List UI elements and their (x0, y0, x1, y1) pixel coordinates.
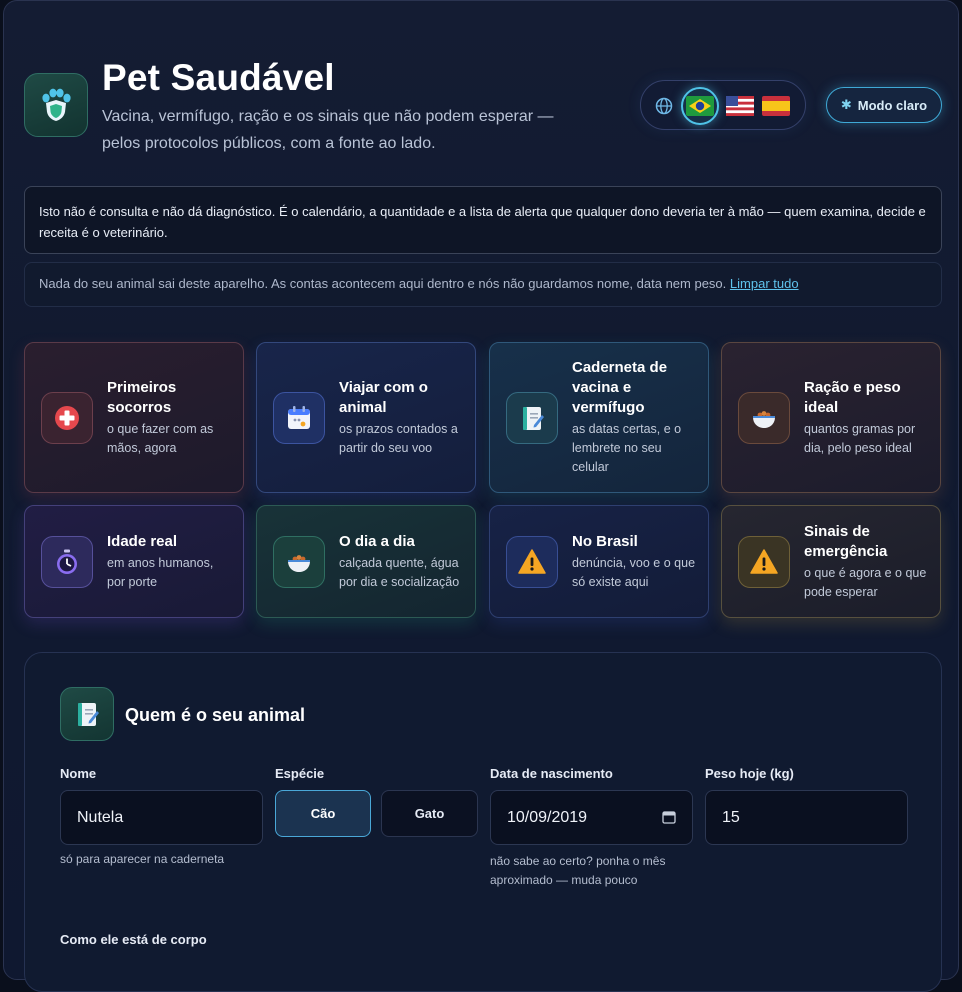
disclaimer-notice: Isto não é consulta e não dá diagnóstico… (24, 186, 942, 254)
theme-toggle-button[interactable]: ✱ Modo claro (826, 87, 942, 123)
card-title: Viajar com o animal (339, 378, 428, 416)
privacy-text: Nada do seu animal sai deste aparelho. A… (39, 276, 727, 291)
card-title: Sinais de emergência (804, 522, 888, 560)
card-first-aid[interactable]: Primeiros socorros o que fazer com as mã… (24, 342, 244, 493)
weight-input[interactable]: 15 (705, 790, 908, 845)
card-title: Idade real (107, 532, 178, 550)
app-title: Pet Saudável (102, 57, 335, 98)
card-desc: em anos humanos, por porte (107, 555, 214, 589)
flag-brazil-icon[interactable] (681, 87, 719, 125)
paw-shield-icon (24, 73, 88, 137)
first-aid-icon (41, 391, 93, 444)
stopwatch-icon (41, 535, 93, 588)
birth-date-label: Data de nascimento (490, 766, 613, 781)
card-food-weight[interactable]: Ração e peso ideal quantos gramas por di… (721, 342, 941, 493)
card-brazil[interactable]: No Brasil denúncia, voo e o que só exist… (489, 505, 709, 618)
card-emergency-signs[interactable]: Sinais de emergência o que é agora e o q… (721, 505, 941, 618)
card-desc: as datas certas, e o lembrete no seu cel… (572, 422, 682, 474)
species-dog-button[interactable]: Cão (275, 790, 371, 837)
birth-date-hint: não sabe ao certo? ponha o mês aproximad… (490, 854, 666, 887)
body-condition-label: Como ele está de corpo (60, 932, 207, 947)
card-desc: denúncia, voo e o que só existe aqui (572, 555, 696, 589)
warning-icon (738, 535, 790, 588)
card-title: O dia a dia (339, 532, 415, 550)
card-travel[interactable]: Viajar com o animal os prazos contados a… (256, 342, 476, 493)
notebook-icon (60, 687, 114, 741)
snowflake-icon: ✱ (840, 97, 852, 112)
flag-spain-icon[interactable] (761, 93, 791, 119)
card-desc: o que fazer com as mãos, agora (107, 421, 214, 455)
calendar-icon[interactable] (662, 810, 676, 824)
name-input[interactable]: Nutela (60, 790, 263, 845)
pet-profile-panel: Quem é o seu animal Nome Nutela só para … (24, 652, 942, 992)
birth-date-value: 10/09/2019 (507, 808, 588, 826)
species-cat-button[interactable]: Gato (381, 790, 478, 837)
clear-all-link[interactable]: Limpar tudo (730, 276, 799, 291)
card-title: Caderneta de vacina e vermífugo (572, 359, 668, 416)
language-switcher (640, 80, 806, 130)
card-title: No Brasil (572, 532, 638, 550)
name-label: Nome (60, 766, 97, 781)
flag-usa-icon[interactable] (725, 93, 755, 119)
food-bowl-icon (273, 535, 325, 588)
app-window: Pet Saudável Vacina, vermífugo, ração e … (3, 0, 959, 992)
name-hint: só para aparecer na caderneta (60, 852, 225, 866)
birth-date-input[interactable]: 10/09/2019 (490, 790, 693, 845)
card-title: Ração e peso ideal (804, 378, 901, 416)
app-subtitle: Vacina, vermífugo, ração e os sinais que… (102, 108, 554, 152)
theme-toggle-label: Modo claro (857, 97, 928, 113)
panel-title: Quem é o seu animal (125, 705, 306, 725)
card-desc: calçada quente, água por dia e socializa… (339, 555, 460, 589)
card-desc: os prazos contados a partir do seu voo (339, 421, 458, 455)
card-vaccine-book[interactable]: Caderneta de vacina e vermífugo as datas… (489, 342, 709, 493)
privacy-notice: Nada do seu animal sai deste aparelho. A… (24, 262, 942, 307)
species-label: Espécie (275, 766, 325, 781)
weight-label: Peso hoje (kg) (705, 766, 794, 781)
card-desc: quantos gramas por dia, pelo peso ideal (804, 421, 916, 455)
card-real-age[interactable]: Idade real em anos humanos, por porte (24, 505, 244, 618)
warning-icon (506, 535, 558, 588)
card-daily-life[interactable]: O dia a dia calçada quente, água por dia… (256, 505, 476, 618)
globe-icon[interactable] (653, 95, 675, 117)
calendar-icon (273, 391, 325, 444)
card-desc: o que é agora e o que pode esperar (804, 565, 927, 599)
card-title: Primeiros socorros (107, 378, 177, 416)
notebook-icon (506, 391, 558, 444)
food-bowl-icon (738, 391, 790, 444)
